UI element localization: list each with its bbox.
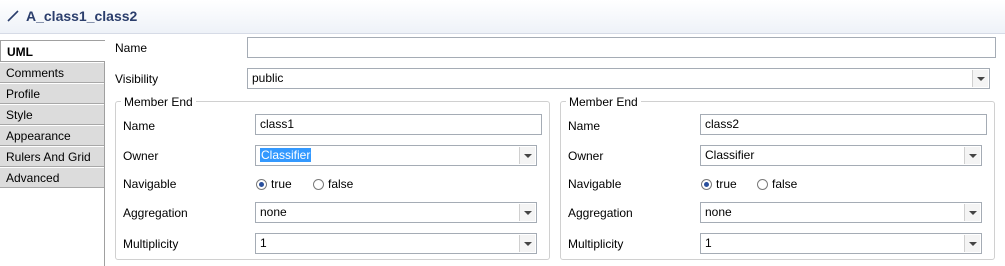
member-end-title-2: Member End [566,95,641,109]
member-end-1-navigable-true-label[interactable]: true [271,177,292,191]
member-end-2-navigable-label: Navigable [568,177,622,191]
chevron-down-icon[interactable] [519,147,535,164]
member-end-title-1: Member End [121,95,196,109]
member-end-1-aggregation-select[interactable]: none [255,202,537,223]
member-end-1-owner-label: Owner [123,149,159,163]
member-end-2-name-label: Name [568,119,601,133]
chevron-down-icon[interactable] [964,204,980,221]
page-title: A_class1_class2 [26,8,138,24]
member-end-1-name-field[interactable]: class1 [255,114,542,135]
tab-profile[interactable]: Profile [0,83,104,104]
member-end-2-multiplicity-select[interactable]: 1 [700,233,982,254]
member-end-2-navigable-false-radio[interactable] [757,179,768,190]
chevron-down-icon[interactable] [519,235,535,252]
member-end-1-navigable-false-label[interactable]: false [328,177,353,191]
member-end-1-navigable-false-radio[interactable] [313,179,324,190]
tab-comments[interactable]: Comments [0,62,104,83]
member-end-2-aggregation-value: none [705,205,732,219]
member-end-1-owner-select[interactable]: Classifier [255,145,537,166]
chevron-down-icon[interactable] [964,147,980,164]
member-end-2-multiplicity-label: Multiplicity [568,237,624,251]
tab-uml[interactable]: UML [0,40,105,62]
member-end-1-navigable-true-radio[interactable] [256,179,267,190]
tab-rulers-and-grid[interactable]: Rulers And Grid [0,146,104,167]
member-end-2-aggregation-select[interactable]: none [700,202,982,223]
member-end-1-multiplicity-select[interactable]: 1 [255,233,537,254]
member-end-1-multiplicity-label: Multiplicity [123,237,179,251]
member-end-1-owner-value: Classifier [260,148,312,162]
member-end-1-multiplicity-value: 1 [260,236,267,250]
member-end-2-navigable-true-radio[interactable] [701,179,712,190]
tab-appearance[interactable]: Appearance [0,125,104,146]
member-end-2-multiplicity-value: 1 [705,236,712,250]
visibility-value: public [252,71,284,85]
name-field[interactable] [247,37,996,58]
member-end-1-navigable-label: Navigable [123,177,177,191]
member-end-2-owner-label: Owner [568,149,604,163]
association-icon [7,10,19,22]
visibility-label: Visibility [115,72,159,86]
member-end-2-aggregation-label: Aggregation [568,206,633,220]
member-end-1-aggregation-label: Aggregation [123,206,188,220]
chevron-down-icon[interactable] [972,70,988,87]
properties-header: A_class1_class2 [0,0,1005,34]
property-tabs: UML Comments Profile Style Appearance Ru… [0,40,105,266]
chevron-down-icon[interactable] [964,235,980,252]
member-end-2-navigable-false-label[interactable]: false [772,177,797,191]
member-end-2-owner-select[interactable]: Classifier [700,145,982,166]
member-end-1-aggregation-value: none [260,205,287,219]
tab-advanced[interactable]: Advanced [0,167,104,188]
visibility-select[interactable]: public [247,68,990,89]
name-label: Name [115,41,148,55]
member-end-2-owner-value: Classifier [705,148,755,162]
member-end-2-navigable-true-label[interactable]: true [716,177,737,191]
chevron-down-icon[interactable] [519,204,535,221]
member-end-1-name-label: Name [123,119,156,133]
member-end-2-name-field[interactable]: class2 [700,114,987,135]
tab-style[interactable]: Style [0,104,104,125]
